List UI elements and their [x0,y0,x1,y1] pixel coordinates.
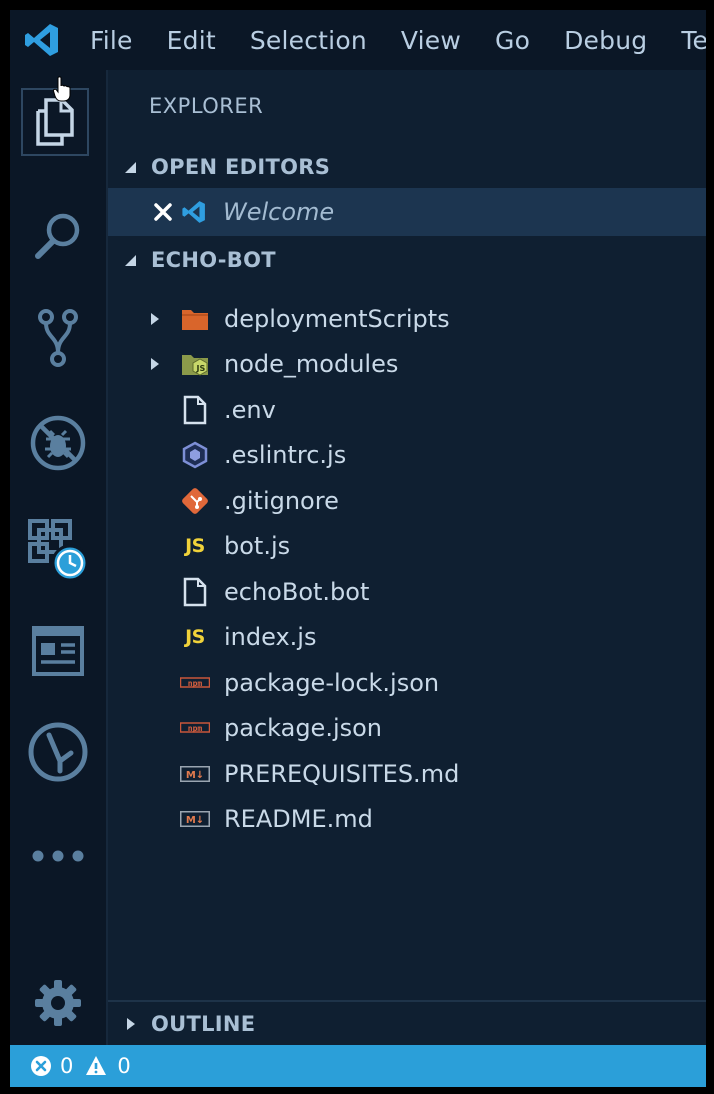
menu-edit[interactable]: Edit [167,26,216,55]
pointer-cursor-icon [53,76,71,102]
tree-item-echobot[interactable]: echoBot.bot [108,569,706,615]
outline-header[interactable]: OUTLINE [108,1004,706,1044]
markdown-icon: M↓ [180,759,210,789]
svg-text:JS: JS [196,364,206,373]
gear-icon [35,980,81,1026]
activity-search[interactable] [10,196,106,276]
npm-badge-text: npm [188,724,203,733]
vscode-logo-icon [182,201,205,223]
tree-item-label: deploymentScripts [224,304,450,333]
chevron-right-icon [151,312,159,325]
chevron-right-icon [151,358,159,371]
markdown-icon: M↓ [180,804,210,834]
problems-status[interactable]: 0 0 [30,1054,131,1078]
npm-icon: npm [180,668,210,698]
tree-item-label: node_modules [224,350,399,379]
close-icon[interactable] [152,201,174,223]
menu-terminal[interactable]: Term [681,26,706,55]
open-editor-item[interactable]: Welcome [108,188,706,236]
no-debug-icon [30,415,86,471]
activity-settings[interactable] [10,963,106,1043]
tree-item-label: package-lock.json [224,668,440,697]
files-icon [36,98,74,146]
tree-item-node_modules[interactable]: JS node_modules [108,342,706,388]
menu-bar: File Edit Selection View Go Debug Term [10,10,706,70]
js-icon: JS [185,535,205,558]
outline-label: OUTLINE [151,1012,256,1036]
activity-git-graph[interactable] [10,712,106,792]
tree-item-eslintrc[interactable]: .eslintrc.js [108,433,706,479]
window-panel-icon [32,626,84,676]
project-header[interactable]: ECHO-BOT [108,240,706,280]
activity-more[interactable] [10,816,106,896]
tree-item-label: PREREQUISITES.md [224,759,460,788]
activity-bar [10,70,108,1045]
git-icon [180,486,210,516]
chevron-down-icon [125,162,136,173]
ellipsis-icon [32,850,84,862]
node-folder-icon: JS [180,349,210,379]
vscode-logo-icon[interactable] [20,18,64,62]
tree-item-label: .eslintrc.js [224,441,347,470]
chevron-down-icon [125,255,136,266]
open-editors-label: OPEN EDITORS [151,155,331,179]
outline-section: OUTLINE [108,1000,706,1047]
tree-item-label: README.md [224,805,373,834]
search-icon [35,213,80,259]
activity-panel[interactable] [10,611,106,691]
tree-item-label: index.js [224,623,317,652]
npm-icon: npm [180,713,210,743]
project-label: ECHO-BOT [151,248,276,272]
open-editor-label: Welcome [223,198,335,226]
eslint-icon [180,440,210,470]
tree-item-deploymentScripts[interactable]: deploymentScripts [108,296,706,342]
vscode-window: File Edit Selection View Go Debug Term [10,10,706,1087]
warning-count: 0 [117,1054,131,1078]
git-graph-icon [28,722,88,782]
tree-item-label: .gitignore [224,486,339,515]
tree-item-readme[interactable]: M↓ README.md [108,797,706,843]
menu-go[interactable]: Go [495,26,530,55]
warning-icon [86,1056,107,1075]
tree-item-gitignore[interactable]: .gitignore [108,478,706,524]
file-icon [180,577,210,607]
tree-item-package-json[interactable]: npm package.json [108,706,706,752]
tree-item-label: .env [224,395,276,424]
menu-file[interactable]: File [90,26,133,55]
error-icon [31,1056,51,1076]
sidebar-title: EXPLORER [149,94,264,118]
open-editors-header[interactable]: OPEN EDITORS [108,147,706,187]
status-bar: 0 0 [10,1045,706,1087]
folder-icon [180,304,210,334]
tree-item-index-js[interactable]: JS index.js [108,615,706,661]
npm-badge-text: npm [188,679,203,688]
tree-item-env[interactable]: .env [108,387,706,433]
tree-item-package-lock[interactable]: npm package-lock.json [108,660,706,706]
markdown-badge-text: M↓ [186,770,204,781]
menu-selection[interactable]: Selection [250,26,367,55]
menu-view[interactable]: View [401,26,461,55]
source-control-icon [38,309,78,367]
activity-extensions-history[interactable] [10,510,106,590]
explorer-sidebar: EXPLORER OPEN EDITORS Welcome ECHO-BOT d… [108,70,706,1045]
activity-source-control[interactable] [10,298,106,378]
menu-debug[interactable]: Debug [564,26,647,55]
tree-item-prerequisites[interactable]: M↓ PREREQUISITES.md [108,751,706,797]
markdown-badge-text: M↓ [186,815,204,826]
activity-debug[interactable] [10,403,106,483]
error-count: 0 [60,1054,74,1078]
file-tree: deploymentScripts JS node_modules .env .… [108,296,706,842]
js-icon: JS [185,626,205,649]
tree-item-label: bot.js [224,532,291,561]
chevron-right-icon [127,1018,135,1030]
file-icon [180,395,210,425]
tree-item-label: package.json [224,714,383,743]
extensions-clock-icon [28,519,89,582]
tree-item-label: echoBot.bot [224,577,370,606]
tree-item-bot-js[interactable]: JS bot.js [108,524,706,570]
